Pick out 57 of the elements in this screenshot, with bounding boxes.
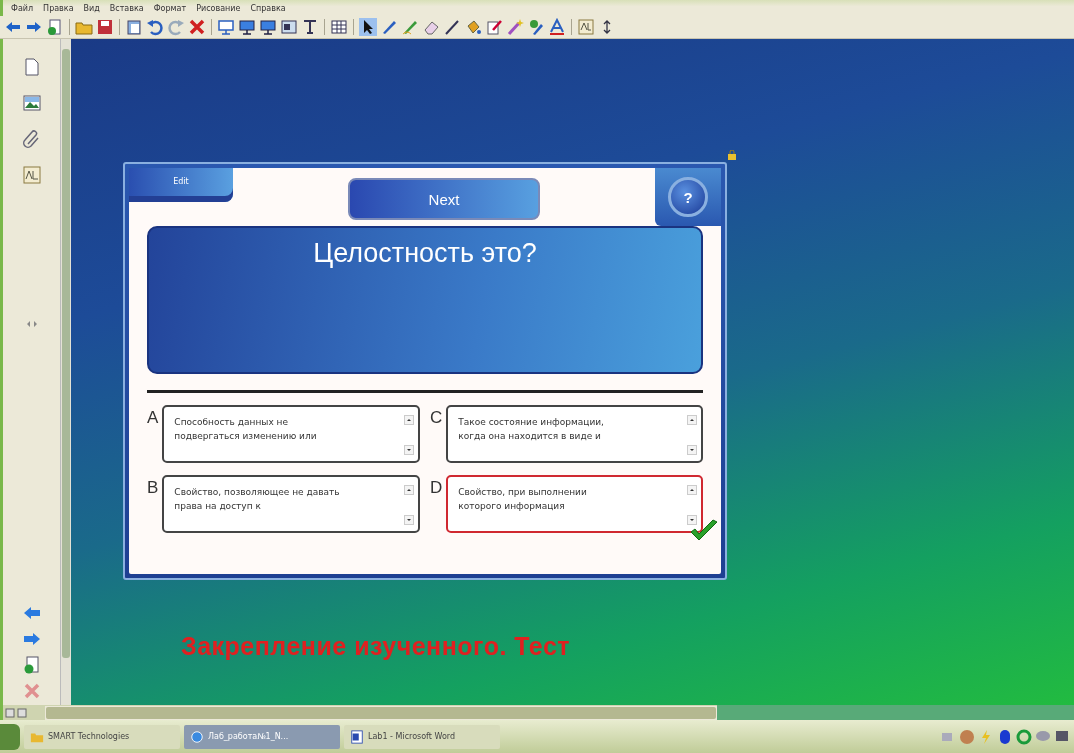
start-button[interactable] (0, 723, 20, 750)
answer-option[interactable]: Такое состояние информации, когда она находится в виде и (446, 405, 703, 463)
undo-icon[interactable] (146, 18, 164, 36)
answer-option[interactable]: Свойство, позволяющее не давать права на доступ к (162, 475, 420, 533)
scroll-buttons[interactable] (404, 415, 414, 455)
question-text: Целостность это? (313, 238, 537, 270)
menu-item[interactable]: Файл (11, 3, 34, 13)
document-icon (350, 729, 364, 744)
screen-shade-icon[interactable] (217, 18, 235, 36)
pen-icon[interactable] (401, 18, 419, 36)
paperclip-icon[interactable] (21, 129, 42, 149)
answer-option[interactable]: Свойство, при выполнении которого информация (446, 475, 703, 533)
handwriting-icon[interactable] (21, 165, 42, 185)
horizontal-scrollbar[interactable] (45, 705, 717, 720)
slide-title: Закрепление изученного. Тест (181, 632, 572, 661)
save-icon[interactable] (96, 18, 114, 36)
delete-icon[interactable] (188, 18, 206, 36)
pen-icon[interactable] (380, 18, 398, 36)
handwriting-icon[interactable] (577, 18, 595, 36)
help-button[interactable]: ? (668, 177, 708, 217)
resize-handle-icon[interactable] (26, 321, 37, 327)
scroll-buttons[interactable] (687, 415, 697, 455)
pencil-icon[interactable] (485, 18, 503, 36)
edit-button[interactable]: Edit (129, 168, 233, 202)
text-cursor-icon[interactable] (301, 18, 319, 36)
menu-item[interactable]: Вид (83, 3, 100, 13)
add-page-icon[interactable] (46, 18, 64, 36)
menu-item[interactable]: Справка (250, 3, 286, 13)
table-icon[interactable] (330, 18, 348, 36)
pointer-icon[interactable] (359, 18, 377, 36)
gallery-icon[interactable] (21, 93, 42, 113)
vertical-scrollbar[interactable] (60, 39, 71, 705)
next-button[interactable]: Next (348, 178, 540, 220)
menu-item[interactable]: Рисование (196, 3, 241, 13)
menu-item[interactable]: Формат (153, 3, 187, 13)
menu-item[interactable]: Вставка (109, 3, 144, 13)
answer-option[interactable]: Способность данных не подвергаться изменению или (162, 405, 420, 463)
scroll-buttons[interactable] (687, 485, 697, 525)
page-icon[interactable] (5, 707, 15, 718)
taskbar-item[interactable]: SMART Technologies (24, 724, 180, 749)
paste-icon[interactable] (125, 18, 143, 36)
scroll-buttons[interactable] (404, 485, 414, 525)
text-tool-icon[interactable] (548, 18, 566, 36)
answer-letter: C (430, 409, 443, 426)
page-icon[interactable] (17, 707, 27, 718)
lock-icon[interactable] (727, 150, 737, 160)
answer-letter: A (147, 409, 159, 426)
shape-pen-icon[interactable] (527, 18, 545, 36)
capture-icon[interactable] (280, 18, 298, 36)
menu-item[interactable]: Правка (43, 3, 74, 13)
app-icon (190, 729, 204, 744)
checkmark-icon (689, 519, 719, 543)
answer-letter: B (147, 479, 159, 496)
taskbar-item[interactable]: Lab1 - Microsoft Word (344, 724, 500, 749)
answer-letter: D (430, 479, 443, 496)
line-icon[interactable] (443, 18, 461, 36)
magic-wand-icon[interactable] (506, 18, 524, 36)
